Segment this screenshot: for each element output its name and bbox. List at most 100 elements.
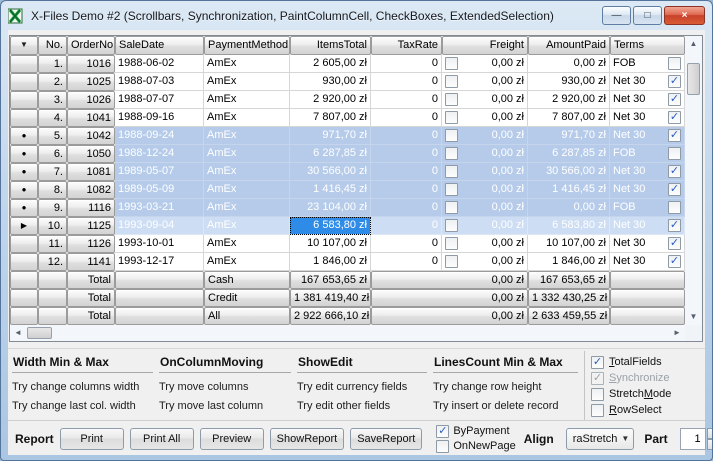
row-indicator[interactable] xyxy=(10,55,38,73)
cell-terms[interactable]: Net 30 xyxy=(610,181,685,199)
cell-tax-rate[interactable]: 0 xyxy=(371,127,442,145)
row-indicator[interactable] xyxy=(10,253,38,271)
cell-items-total[interactable]: 2 920,00 zł xyxy=(290,91,371,109)
terms-checkbox[interactable] xyxy=(668,201,681,214)
cell-freight[interactable]: 0,00 zł xyxy=(442,109,528,127)
cell-order-no[interactable]: 1141 xyxy=(67,253,115,271)
freight-checkbox[interactable] xyxy=(445,129,458,142)
cell-no[interactable]: 6. xyxy=(38,145,67,163)
cell-order-no[interactable]: 1126 xyxy=(67,235,115,253)
cell-terms[interactable]: FOB xyxy=(610,145,685,163)
cell-items-total[interactable]: 6 583,80 zł xyxy=(290,217,371,235)
cell-sale-date[interactable]: 1988-06-02 xyxy=(115,55,204,73)
cell-tax-rate[interactable]: 0 xyxy=(371,217,442,235)
cell-payment-method[interactable]: AmEx xyxy=(204,55,290,73)
cell-sale-date[interactable]: 1993-12-17 xyxy=(115,253,204,271)
part-up-button[interactable]: ▲ xyxy=(707,428,713,439)
horizontal-scrollbar[interactable]: ◄ ► xyxy=(10,325,685,341)
cell-amount-paid[interactable]: 971,70 zł xyxy=(528,127,610,145)
freight-checkbox[interactable] xyxy=(445,93,458,106)
cell-amount-paid[interactable]: 1 416,45 zł xyxy=(528,181,610,199)
scroll-right-icon[interactable]: ► xyxy=(669,325,685,341)
cell-amount-paid[interactable]: 2 920,00 zł xyxy=(528,91,610,109)
freight-checkbox[interactable] xyxy=(445,219,458,232)
terms-checkbox[interactable] xyxy=(668,93,681,106)
cell-order-no[interactable]: 1116 xyxy=(67,199,115,217)
terms-checkbox[interactable] xyxy=(668,165,681,178)
row-indicator[interactable] xyxy=(10,73,38,91)
cell-order-no[interactable]: 1125 xyxy=(67,217,115,235)
cell-items-total[interactable]: 2 605,00 zł xyxy=(290,55,371,73)
cell-items-total[interactable]: 30 566,00 zł xyxy=(290,163,371,181)
row-indicator[interactable]: ▶ xyxy=(10,217,38,235)
cell-no[interactable]: 12. xyxy=(38,253,67,271)
cell-amount-paid[interactable]: 6 583,80 zł xyxy=(528,217,610,235)
cell-terms[interactable]: FOB xyxy=(610,55,685,73)
cell-sale-date[interactable]: 1993-09-04 xyxy=(115,217,204,235)
column-header-order-no[interactable]: OrderNo xyxy=(67,36,115,55)
cell-no[interactable]: 11. xyxy=(38,235,67,253)
cell-no[interactable]: 7. xyxy=(38,163,67,181)
cell-sale-date[interactable]: 1993-10-01 xyxy=(115,235,204,253)
column-header-freight[interactable]: Freight xyxy=(442,36,528,55)
cell-order-no[interactable]: 1016 xyxy=(67,55,115,73)
cell-sale-date[interactable]: 1988-09-24 xyxy=(115,127,204,145)
column-header-sale-date[interactable]: SaleDate xyxy=(115,36,204,55)
cell-order-no[interactable]: 1081 xyxy=(67,163,115,181)
row-indicator[interactable]: ● xyxy=(10,199,38,217)
cell-freight[interactable]: 0,00 zł xyxy=(442,253,528,271)
row-indicator[interactable]: ● xyxy=(10,145,38,163)
cell-amount-paid[interactable]: 930,00 zł xyxy=(528,73,610,91)
cell-order-no[interactable]: 1082 xyxy=(67,181,115,199)
row-indicator[interactable]: ● xyxy=(10,127,38,145)
cell-tax-rate[interactable]: 0 xyxy=(371,91,442,109)
vertical-scrollbar[interactable]: ▲ ▼ xyxy=(685,36,702,325)
cell-items-total[interactable]: 10 107,00 zł xyxy=(290,235,371,253)
savereport-button[interactable]: SaveReport xyxy=(350,428,422,450)
cell-items-total[interactable]: 971,70 zł xyxy=(290,127,371,145)
cell-payment-method[interactable]: AmEx xyxy=(204,163,290,181)
cell-freight[interactable]: 0,00 zł xyxy=(442,127,528,145)
cell-tax-rate[interactable]: 0 xyxy=(371,181,442,199)
cell-terms[interactable]: Net 30 xyxy=(610,217,685,235)
cell-no[interactable]: 5. xyxy=(38,127,67,145)
scroll-left-icon[interactable]: ◄ xyxy=(10,325,26,341)
cell-order-no[interactable]: 1025 xyxy=(67,73,115,91)
cell-order-no[interactable]: 1042 xyxy=(67,127,115,145)
column-header-items-total[interactable]: ItemsTotal xyxy=(290,36,371,55)
cell-sale-date[interactable]: 1988-12-24 xyxy=(115,145,204,163)
terms-checkbox[interactable] xyxy=(668,57,681,70)
close-button[interactable]: × xyxy=(664,6,705,25)
row-indicator[interactable] xyxy=(10,109,38,127)
cell-terms[interactable]: Net 30 xyxy=(610,91,685,109)
cell-freight[interactable]: 0,00 zł xyxy=(442,217,528,235)
cell-items-total[interactable]: 6 287,85 zł xyxy=(290,145,371,163)
cell-payment-method[interactable]: AmEx xyxy=(204,91,290,109)
terms-checkbox[interactable] xyxy=(668,111,681,124)
terms-checkbox[interactable] xyxy=(668,237,681,250)
cell-payment-method[interactable]: AmEx xyxy=(204,127,290,145)
cell-tax-rate[interactable]: 0 xyxy=(371,253,442,271)
scroll-up-icon[interactable]: ▲ xyxy=(685,36,702,52)
cell-items-total[interactable]: 1 416,45 zł xyxy=(290,181,371,199)
part-input[interactable]: 1 xyxy=(680,428,706,450)
terms-checkbox[interactable] xyxy=(668,75,681,88)
row-indicator[interactable] xyxy=(10,91,38,109)
minimize-button[interactable]: — xyxy=(602,6,631,25)
freight-checkbox[interactable] xyxy=(445,111,458,124)
cell-sale-date[interactable]: 1989-05-09 xyxy=(115,181,204,199)
cell-terms[interactable]: FOB xyxy=(610,199,685,217)
cell-sale-date[interactable]: 1993-03-21 xyxy=(115,199,204,217)
cell-items-total[interactable]: 1 846,00 zł xyxy=(290,253,371,271)
column-header-payment-method[interactable]: PaymentMethod xyxy=(204,36,290,55)
cell-freight[interactable]: 0,00 zł xyxy=(442,199,528,217)
part-down-button[interactable]: ▼ xyxy=(707,439,713,450)
freight-checkbox[interactable] xyxy=(445,183,458,196)
cell-payment-method[interactable]: AmEx xyxy=(204,145,290,163)
scroll-down-icon[interactable]: ▼ xyxy=(685,309,702,325)
cell-tax-rate[interactable]: 0 xyxy=(371,55,442,73)
terms-checkbox[interactable] xyxy=(668,147,681,160)
cell-amount-paid[interactable]: 7 807,00 zł xyxy=(528,109,610,127)
showreport-button[interactable]: ShowReport xyxy=(270,428,345,450)
bypayment-checkbox[interactable] xyxy=(436,425,449,438)
